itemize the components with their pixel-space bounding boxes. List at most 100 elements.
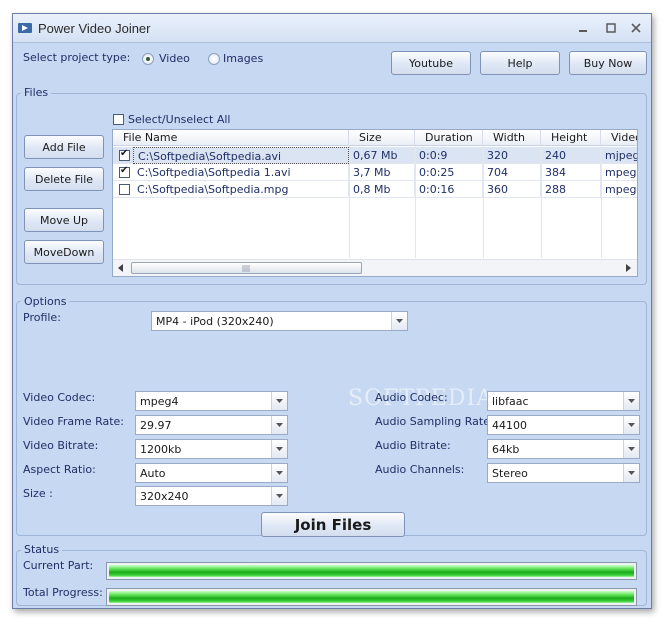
close-button[interactable] xyxy=(624,19,648,37)
close-icon xyxy=(631,23,641,33)
column-header-file-name[interactable]: File Name xyxy=(113,130,349,146)
cell-width: 360 xyxy=(483,181,541,198)
audio-channels-select[interactable]: Stereo xyxy=(487,463,640,483)
chevron-down-icon xyxy=(276,423,283,427)
buy-now-button[interactable]: Buy Now xyxy=(569,51,647,75)
cell-duration: 0:0:9 xyxy=(415,147,483,164)
file-list[interactable]: File Name Size Duration Width Height Vid… xyxy=(112,129,638,277)
column-header-width[interactable]: Width xyxy=(483,130,541,146)
radio-video-label[interactable]: Video xyxy=(159,52,190,65)
table-row[interactable]: C:\Softpedia\Softpedia.avi 0,67 Mb 0:0:9… xyxy=(113,147,637,164)
radio-images-label[interactable]: Images xyxy=(223,52,263,65)
help-button[interactable]: Help xyxy=(480,51,560,75)
app-icon xyxy=(18,23,32,33)
row-checkbox[interactable] xyxy=(119,184,130,195)
table-row[interactable]: C:\Softpedia\Softpedia.mpg 0,8 Mb 0:0:16… xyxy=(113,181,637,198)
select-all-label[interactable]: Select/Unselect All xyxy=(128,113,230,126)
cell-duration: 0:0:16 xyxy=(415,181,483,198)
row-checkbox[interactable] xyxy=(119,148,130,161)
column-header-size[interactable]: Size xyxy=(349,130,415,146)
profile-select[interactable]: MP4 - iPod (320x240) xyxy=(151,311,408,331)
current-part-label: Current Part: xyxy=(23,559,94,572)
cell-height: 288 xyxy=(541,181,601,198)
project-type-label: Select project type: xyxy=(23,51,131,64)
cell-file-name: C:\Softpedia\Softpedia.avi xyxy=(133,147,349,164)
cell-width: 320 xyxy=(483,147,541,164)
audio-bitrate-select[interactable]: 64kb xyxy=(487,439,640,459)
aspect-ratio-dropdown-button[interactable] xyxy=(271,464,287,482)
title-bar[interactable]: Power Video Joiner xyxy=(13,14,651,43)
radio-images[interactable] xyxy=(208,53,220,65)
size-select[interactable]: 320x240 xyxy=(135,486,288,506)
size-dropdown-button[interactable] xyxy=(271,487,287,505)
video-codec-label: Video Codec: xyxy=(23,391,96,404)
total-progress-label: Total Progress: xyxy=(23,586,103,599)
chevron-down-icon xyxy=(628,471,635,475)
size-value: 320x240 xyxy=(140,490,189,503)
total-progress-fill xyxy=(109,591,634,603)
column-header-video[interactable]: Video xyxy=(601,130,637,146)
move-up-button[interactable]: Move Up xyxy=(24,208,104,232)
column-header-height[interactable]: Height xyxy=(541,130,601,146)
grid-line xyxy=(601,146,602,258)
grid-line xyxy=(541,146,542,258)
audio-codec-select[interactable]: libfaac xyxy=(487,391,640,411)
column-header-duration[interactable]: Duration xyxy=(415,130,483,146)
frame-rate-select[interactable]: 29.97 xyxy=(135,415,288,435)
join-files-button[interactable]: Join Files xyxy=(261,512,405,537)
video-bitrate-label: Video Bitrate: xyxy=(23,439,99,452)
cell-duration: 0:0:25 xyxy=(415,164,483,181)
sampling-rate-value: 44100 xyxy=(492,419,527,432)
add-file-button[interactable]: Add File xyxy=(24,135,104,159)
sampling-rate-dropdown-button[interactable] xyxy=(623,416,639,434)
frame-rate-dropdown-button[interactable] xyxy=(271,416,287,434)
radio-video[interactable] xyxy=(142,53,154,65)
youtube-button[interactable]: Youtube xyxy=(391,51,471,75)
total-progress-bar xyxy=(106,588,637,606)
frame-rate-value: 29.97 xyxy=(140,419,172,432)
audio-bitrate-dropdown-button[interactable] xyxy=(623,440,639,458)
grid-line xyxy=(415,146,416,258)
horizontal-scrollbar[interactable] xyxy=(113,259,637,276)
cell-file-name: C:\Softpedia\Softpedia.mpg xyxy=(133,181,349,198)
delete-file-button[interactable]: Delete File xyxy=(24,167,104,191)
maximize-button[interactable] xyxy=(599,19,623,37)
audio-codec-dropdown-button[interactable] xyxy=(623,392,639,410)
scroll-left-icon[interactable] xyxy=(117,264,125,272)
status-group-title: Status xyxy=(21,543,63,556)
video-codec-dropdown-button[interactable] xyxy=(271,392,287,410)
sampling-rate-select[interactable]: 44100 xyxy=(487,415,640,435)
aspect-ratio-value: Auto xyxy=(140,467,166,480)
row-checkbox[interactable] xyxy=(119,165,130,178)
select-all-checkbox[interactable] xyxy=(113,114,124,125)
minimize-button[interactable] xyxy=(571,19,595,37)
audio-codec-value: libfaac xyxy=(492,395,529,408)
video-codec-select[interactable]: mpeg4 xyxy=(135,391,288,411)
files-group-title: Files xyxy=(21,86,52,99)
cell-height: 240 xyxy=(541,147,601,164)
chevron-down-icon xyxy=(396,319,403,323)
grid-line xyxy=(483,146,484,258)
table-row[interactable]: C:\Softpedia\Softpedia 1.avi 3,7 Mb 0:0:… xyxy=(113,164,637,181)
grid-line xyxy=(349,146,350,258)
cell-size: 0,67 Mb xyxy=(349,147,415,164)
app-window: Power Video Joiner Select project type: … xyxy=(12,13,652,609)
video-bitrate-select[interactable]: 1200kb xyxy=(135,439,288,459)
options-group-title: Options xyxy=(21,295,70,308)
current-part-progress-fill xyxy=(109,565,634,577)
profile-label: Profile: xyxy=(23,311,61,324)
scroll-thumb[interactable] xyxy=(131,262,362,274)
aspect-ratio-select[interactable]: Auto xyxy=(135,463,288,483)
move-down-button[interactable]: MoveDown xyxy=(24,240,104,264)
maximize-icon xyxy=(606,23,616,33)
cell-video: mpeg1 xyxy=(601,181,637,198)
cell-video: mpeg4 xyxy=(601,164,637,181)
profile-dropdown-button[interactable] xyxy=(391,312,407,330)
chevron-down-icon xyxy=(276,447,283,451)
cell-size: 3,7 Mb xyxy=(349,164,415,181)
scroll-right-icon[interactable] xyxy=(624,264,632,272)
cell-file-name: C:\Softpedia\Softpedia 1.avi xyxy=(133,164,349,181)
video-bitrate-dropdown-button[interactable] xyxy=(271,440,287,458)
audio-channels-dropdown-button[interactable] xyxy=(623,464,639,482)
file-list-header: File Name Size Duration Width Height Vid… xyxy=(113,130,637,146)
